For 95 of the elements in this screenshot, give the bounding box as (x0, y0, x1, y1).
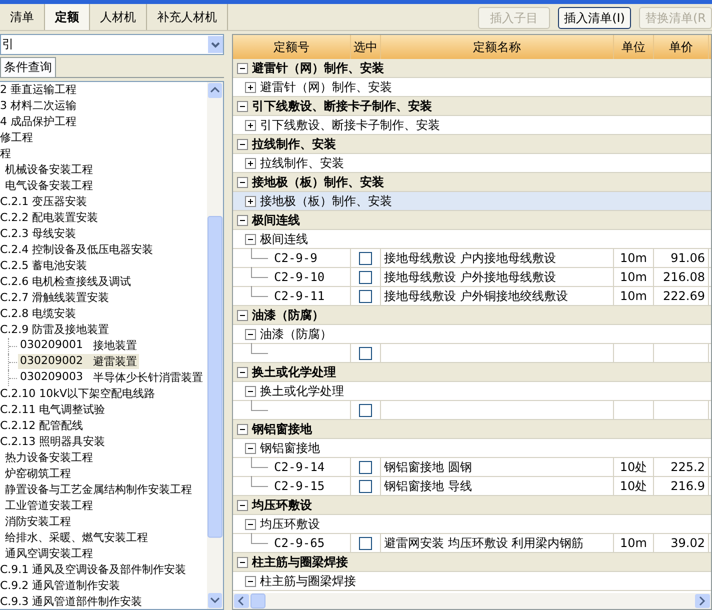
toolbar-tab[interactable]: 定额 (45, 4, 90, 30)
tree-item[interactable]: 给排水、采暖、燃气安装工程 (0, 530, 148, 545)
tree-item[interactable]: 2 垂直运输工程 (0, 82, 76, 98)
tree-item[interactable]: 3 材料二次运输 (0, 98, 76, 114)
subgroup-row[interactable]: 接地极（板）制作、安装 (233, 192, 711, 211)
expand-icon[interactable] (247, 122, 254, 128)
checkbox[interactable] (359, 270, 372, 284)
table-cell: 10m (620, 536, 647, 550)
group-title: 油漆（防腐） (252, 306, 324, 324)
subgroup-row[interactable]: 钢铝窗接地 (233, 439, 711, 458)
group-title: 均压环敷设 (252, 496, 312, 514)
group-title: 换土或化学处理 (252, 364, 336, 380)
tree-item[interactable]: 机械设备安装工程 (0, 162, 93, 178)
checkbox[interactable] (359, 290, 372, 302)
tree-item[interactable]: C.2.6 电机检查接线及调试 (0, 274, 132, 290)
table-cell: 216.9 (670, 479, 705, 493)
subgroup-row[interactable]: 拉线制作、安装 (233, 154, 711, 173)
expand-icon[interactable] (247, 198, 254, 204)
checkbox[interactable] (359, 346, 372, 360)
group-title: 柱主筋与圈梁焊接 (252, 554, 348, 570)
table-cell: 10m (620, 270, 647, 284)
tree-item[interactable]: C.2.9 防雷及接地装置 (0, 322, 110, 338)
tree-item[interactable]: C.2.10 10kV以下架空配电线路 (0, 386, 156, 401)
table-cell: C2-9-10 (274, 270, 325, 284)
tree-item[interactable]: C.2.11 电气调整试验 (0, 402, 106, 417)
table-cell: C2-9-65 (274, 536, 325, 550)
tree-item[interactable]: 程 (0, 146, 11, 162)
tree-item[interactable]: C.2.8 电缆安装 (0, 306, 76, 322)
tree-item[interactable]: C.2.3 母线安装 (0, 226, 76, 242)
tree-item[interactable]: C.2.2 配电装置安装 (0, 210, 98, 226)
tree-item[interactable]: 030209001 接地装置 (18, 338, 139, 353)
toolbar-button[interactable]: 插入清单(I) (558, 7, 631, 29)
checkbox[interactable] (359, 480, 372, 492)
table-cell: C2-9-15 (274, 479, 325, 493)
checkbox[interactable] (359, 404, 372, 416)
group-title: 接地极（板）制作、安装 (252, 174, 384, 190)
tree-item[interactable]: 030209002 避雷装置 (18, 354, 139, 369)
table-cell: 10m (620, 251, 647, 265)
group-title: 钢铝窗接地 (252, 420, 312, 438)
tree-item[interactable]: C.2.13 照明器具安装 (0, 434, 106, 449)
table-cell: 225.2 (670, 460, 705, 474)
tree-item[interactable]: 电气设备安装工程 (0, 178, 93, 194)
panel-tab[interactable]: 条件查询 (0, 57, 56, 77)
table-cell: 钢铝窗接地 圆钢 (384, 458, 472, 476)
table-cell: 接地母线敷设 户外接地母线敷设 (384, 268, 556, 286)
tree-item[interactable]: 消防安装工程 (0, 514, 71, 529)
table-cell: C2-9-9 (274, 251, 318, 265)
group-title: 引下线敷设、断接卡子制作、安装 (252, 98, 432, 114)
subgroup-row[interactable]: 均压环敷设 (233, 515, 711, 534)
tree-item[interactable]: C.9.1 通风及空调设备及部件制作安装 (0, 562, 186, 577)
tree-item[interactable]: 工业管道安装工程 (0, 498, 93, 513)
table-cell: 钢铝窗接地 导线 (384, 478, 472, 494)
tree-item[interactable]: 030209003 半导体少长针消雷装置 (18, 370, 205, 385)
table-cell: 10m (620, 289, 647, 303)
checkbox[interactable] (359, 252, 372, 264)
table-cell: 10处 (620, 458, 648, 476)
table-cell: 222.69 (663, 289, 705, 303)
table-cell: 91.06 (670, 251, 705, 265)
expand-icon[interactable] (247, 84, 254, 90)
group-title: 极间连线 (252, 212, 300, 228)
table-cell: C2-9-11 (274, 289, 325, 303)
checkbox[interactable] (359, 536, 372, 550)
vertical-scrollbar[interactable] (207, 82, 223, 609)
tree-item[interactable]: 4 成品保护工程 (0, 114, 76, 130)
tree-item[interactable]: C.2.1 变压器安装 (0, 194, 88, 210)
subgroup-row[interactable]: 避雷针（网）制作、安装 (233, 78, 711, 97)
table-cell: 216.08 (663, 270, 705, 284)
category-dropdown[interactable]: 引 (0, 34, 224, 55)
tree-item[interactable]: 静置设备与工艺金属结构制作安装工程 (0, 482, 192, 497)
subgroup-row[interactable]: 柱主筋与圈梁焊接 (233, 572, 711, 591)
checkbox[interactable] (359, 460, 372, 474)
subgroup-row[interactable]: 换土或化学处理 (233, 382, 711, 401)
tree-item[interactable]: C.2.12 配管配线 (0, 418, 84, 433)
tree-item[interactable]: C.9.2 通风管道制作安装 (0, 578, 120, 593)
tree-item[interactable]: C.2.5 蓄电池安装 (0, 258, 88, 274)
table-cell: 10处 (620, 478, 648, 494)
tree-item[interactable]: 修工程 (0, 130, 33, 146)
group-title: 拉线制作、安装 (252, 136, 336, 152)
table-cell: 接地母线敷设 户内接地母线敷设 (384, 250, 556, 266)
table-cell: 39.02 (670, 536, 705, 550)
horizontal-scrollbar[interactable] (233, 593, 711, 609)
group-title: 避雷针（网）制作、安装 (252, 60, 384, 76)
tree-item[interactable]: C.2.4 控制设备及低压电器安装 (0, 242, 154, 258)
tree-item[interactable]: 炉窑砌筑工程 (0, 466, 71, 481)
subgroup-row[interactable]: 极间连线 (233, 230, 711, 249)
subgroup-row[interactable]: 油漆（防腐） (233, 325, 711, 344)
tree-item[interactable]: 通风空调安装工程 (0, 546, 93, 561)
tree-item[interactable]: C.2.7 滑触线装置安装 (0, 290, 110, 306)
tree-item[interactable]: 热力设备安装工程 (0, 450, 93, 465)
table-cell: C2-9-14 (274, 460, 325, 474)
tree-item[interactable]: C.9.3 通风管道部件制作安装 (0, 594, 142, 609)
subgroup-row[interactable]: 引下线敷设、断接卡子制作、安装 (233, 116, 711, 135)
table-cell: 接地母线敷设 户外铜接地绞线敷设 (384, 288, 568, 304)
expand-icon[interactable] (247, 160, 254, 166)
table-cell: 避雷网安装 均压环敷设 利用梁内钢筋 (384, 534, 584, 552)
